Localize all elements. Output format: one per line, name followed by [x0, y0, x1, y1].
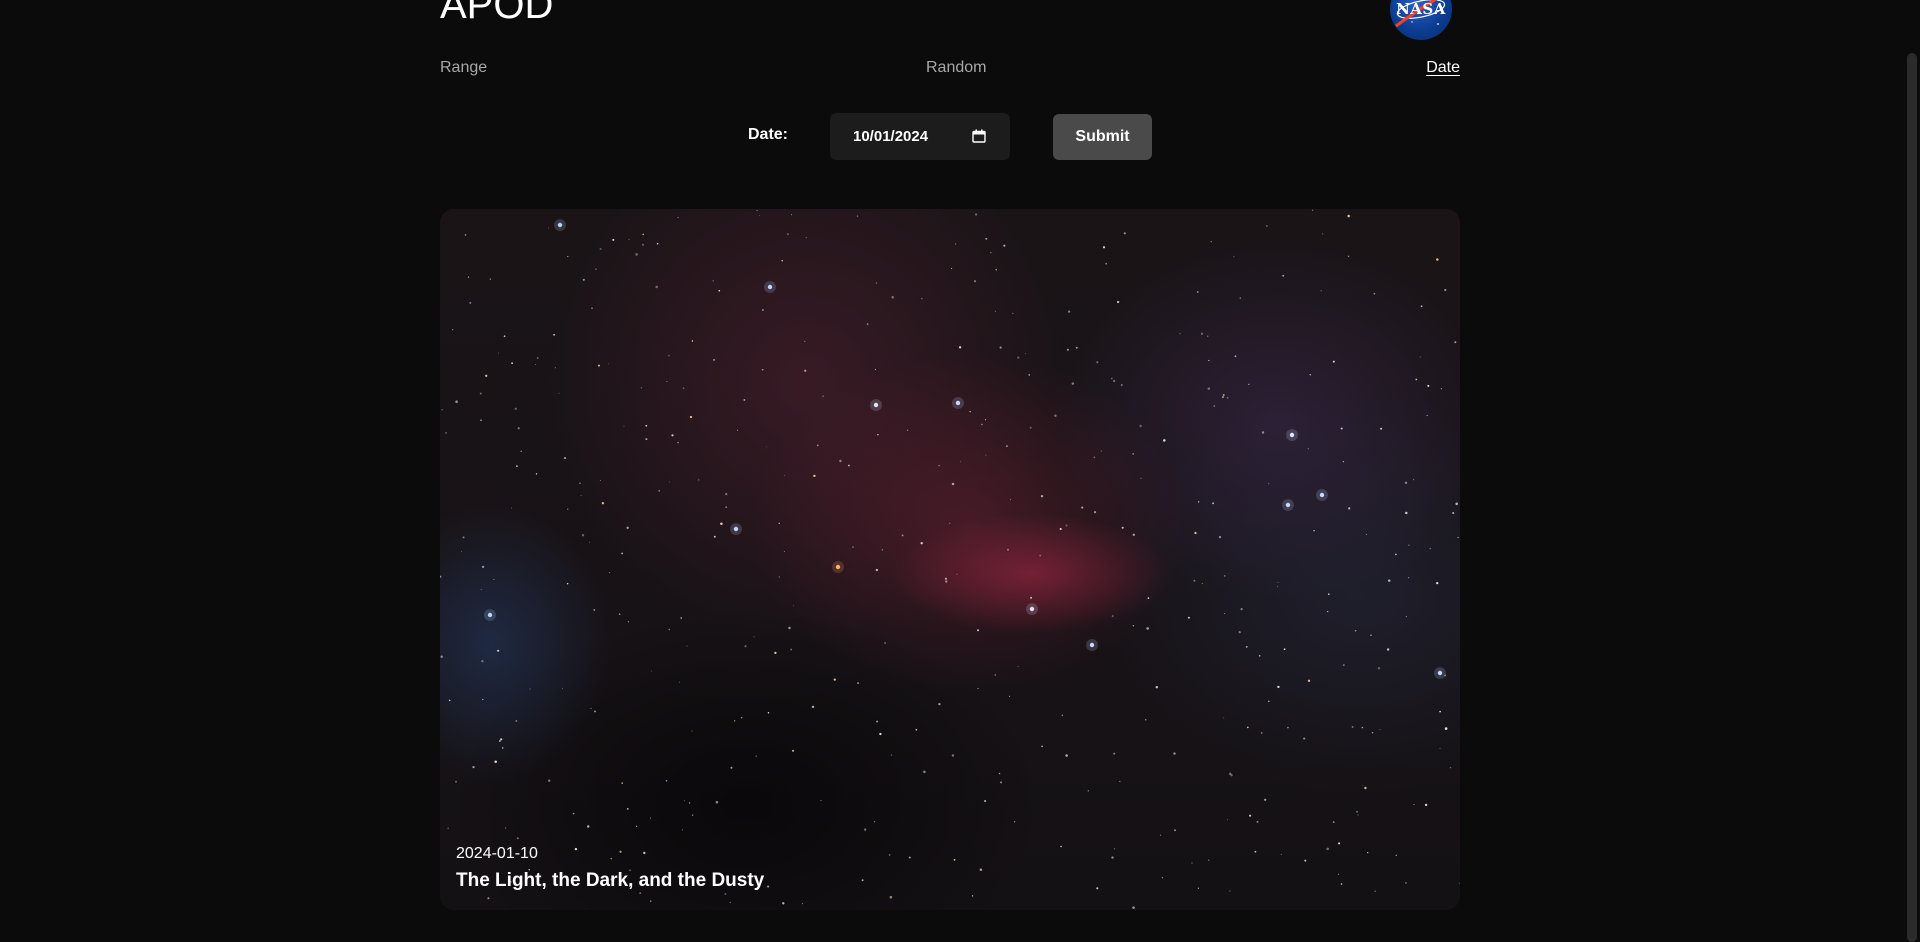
apod-caption: 2024-01-10 The Light, the Dark, and the … — [456, 845, 764, 892]
nasa-wordmark: NASA — [1396, 0, 1446, 18]
scrollbar[interactable] — [1903, 0, 1920, 942]
nav-bar: Range Random Date — [440, 52, 1460, 82]
app-title: APOD — [440, 0, 554, 27]
apod-card[interactable]: 2024-01-10 The Light, the Dark, and the … — [440, 209, 1460, 910]
apod-image-stars — [440, 209, 1460, 909]
date-input-value: 10/01/2024 — [853, 128, 929, 145]
main-container: APOD NASA Range Random Date Date: 10/01/… — [440, 0, 1460, 202]
apod-title: The Light, the Dark, and the Dusty — [456, 870, 765, 891]
nav-link-random[interactable]: Random — [926, 59, 986, 77]
date-form: Date: 10/01/2024 Submit — [440, 82, 1460, 202]
apod-date: 2024-01-10 — [456, 845, 538, 862]
submit-button[interactable]: Submit — [1053, 114, 1152, 160]
nasa-logo: NASA — [1390, 0, 1452, 40]
date-input[interactable]: 10/01/2024 — [830, 113, 1010, 160]
nav-link-date[interactable]: Date — [1426, 59, 1460, 77]
nav-link-range[interactable]: Range — [440, 59, 487, 77]
page: APOD NASA Range Random Date Date: 10/01/… — [0, 0, 1920, 942]
date-label: Date: — [748, 126, 789, 143]
calendar-icon[interactable] — [972, 129, 986, 143]
header: APOD NASA — [440, 0, 1460, 52]
scrollbar-thumb[interactable] — [1907, 53, 1917, 942]
